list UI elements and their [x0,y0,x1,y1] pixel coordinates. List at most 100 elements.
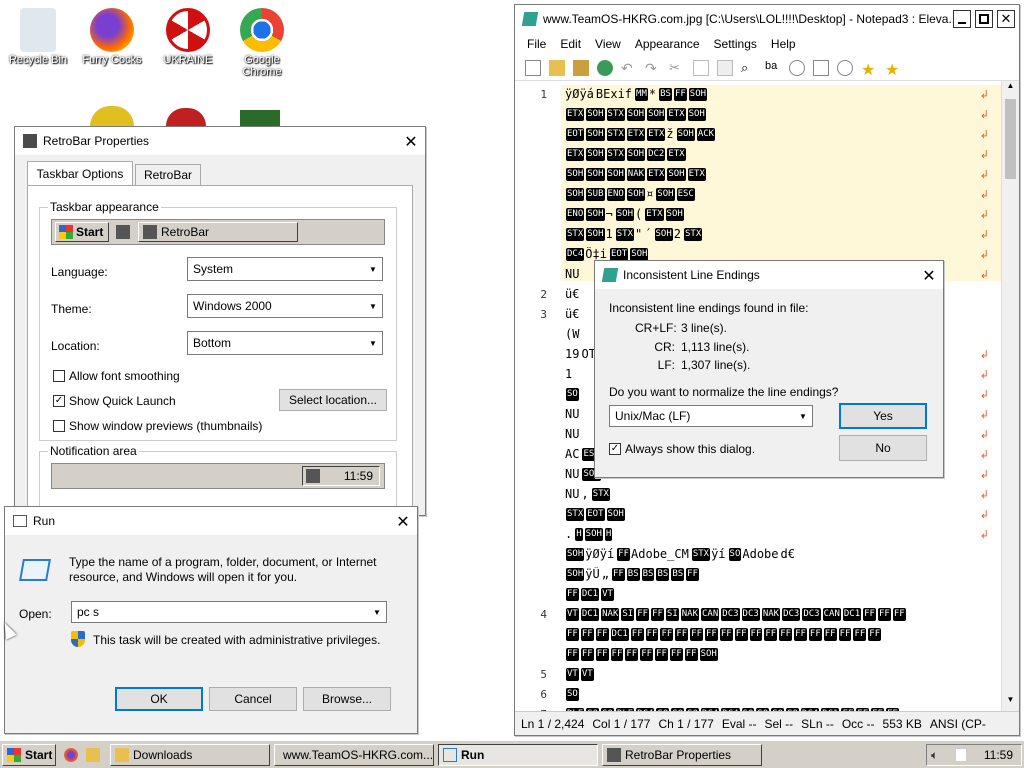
chrome-icon [240,8,284,52]
volume-icon[interactable]: 🔈︎ [931,748,938,763]
no-button[interactable]: No [839,435,927,461]
control-char: FF [719,628,733,641]
language-select[interactable]: System ▼ [187,257,383,281]
menu-view[interactable]: View [595,37,621,51]
notepad3-titlebar[interactable]: www.TeamOS-HKRG.com.jpg [C:\Users\LOL!!!… [515,5,1019,33]
start-button[interactable]: Start [2,744,56,766]
control-char: STX [606,108,625,121]
retrobar-titlebar[interactable]: RetroBar Properties [15,127,425,155]
word-wrap-icon[interactable] [813,59,829,76]
paste-icon[interactable] [717,59,733,76]
new-file-icon[interactable] [525,59,541,76]
control-char: ENO [606,188,625,201]
retrobar-properties-window: RetroBar Properties ✕ Taskbar Options Re… [14,126,426,516]
undo-icon[interactable]: ↶ [621,60,637,76]
desktop-icon-recycle-bin[interactable]: Recycle Bin [0,8,76,66]
cut-icon[interactable]: ✂ [669,60,685,76]
copy-icon[interactable] [693,59,709,76]
windows-logo-icon [7,748,21,762]
line-ending-select[interactable]: Unix/Mac (LF) ▼ [609,405,813,427]
editor-line: VT DC1 NAK SI FF FF SI NAK CAN DC3 DC3 NAK DC3 DC3 CAN… [565,607,977,621]
select-location-button[interactable]: Select location... [279,389,387,411]
control-char: STX [684,228,703,241]
control-char: SI [621,608,635,621]
always-show-checkbox[interactable]: ✓ Always show this dialog. [609,442,755,456]
zoom-in-icon[interactable] [837,59,853,76]
open-folder-icon[interactable] [549,59,565,76]
menu-help[interactable]: Help [771,37,796,51]
task-notepad3[interactable]: www.TeamOS-HKRG.com... [274,744,434,766]
yes-button[interactable]: Yes [839,403,927,429]
vertical-scrollbar[interactable]: ▲ ▼ [1001,81,1019,711]
redo-icon[interactable]: ↷ [645,60,661,76]
zoom-icon[interactable] [789,59,805,76]
scroll-up-icon[interactable]: ▲ [1002,81,1019,97]
menu-settings[interactable]: Settings [714,37,757,51]
control-char: DC1 [580,608,600,621]
thumbnails-checkbox[interactable]: Show window previews (thumbnails) [53,419,262,433]
quick-launch-checkbox[interactable]: ✓ Show Quick Launch [53,394,176,408]
scroll-thumb[interactable] [1005,99,1016,179]
close-button[interactable]: ✕ [919,265,939,285]
control-char: SOH [688,88,708,101]
menu-appearance[interactable]: Appearance [635,37,700,51]
desktop-icon-google-chrome[interactable]: Google Chrome [224,8,300,78]
find-icon[interactable]: ⌕ [741,60,757,76]
browse-button[interactable]: Browse... [303,687,391,711]
favorites-icon[interactable]: ★ [861,60,877,79]
input-value: pc s [77,605,100,619]
cancel-button[interactable]: Cancel [209,687,297,711]
font-smoothing-checkbox[interactable]: Allow font smoothing [53,369,180,383]
menu-file[interactable]: File [527,37,546,51]
cr-value: 1,113 line(s). [681,340,750,354]
close-button[interactable]: ✕ [401,131,421,151]
task-run[interactable]: Run [438,744,598,766]
desktop-icon-label: Google Chrome [242,54,282,78]
tab-retrobar[interactable]: RetroBar [135,164,201,185]
control-char: SI [665,608,679,621]
status-encoding[interactable]: ANSI (CP- [930,717,986,731]
control-char: SOH [656,188,675,201]
task-label: www.TeamOS-HKRG.com... [283,748,434,762]
save-icon[interactable] [597,59,613,76]
location-select[interactable]: Bottom ▼ [187,331,383,355]
control-char: SOH [606,168,625,181]
folder-quicklaunch-icon[interactable] [86,748,100,762]
close-button[interactable]: ✕ [997,10,1015,28]
task-retrobar-properties[interactable]: RetroBar Properties [602,744,762,766]
editor-line: ETX SOH STX SOH SOH ETX SOH [565,107,977,121]
control-char: SO [728,548,742,561]
control-char: FF [838,628,852,641]
replace-icon[interactable]: ba [765,60,781,76]
line-endings-dialog: Inconsistent Line Endings ✕ Inconsistent… [594,260,944,478]
close-button[interactable]: ✕ [393,511,413,531]
retrobar-tray-icon[interactable] [955,748,968,762]
ok-button[interactable]: OK [115,687,203,711]
task-downloads[interactable]: Downloads [110,744,270,766]
run-titlebar[interactable]: Run [5,507,417,535]
checkbox-box [53,420,65,432]
desktop-icon-furry-cocks[interactable]: Furry Cocks [74,8,150,66]
taskbar-clock[interactable]: 11:59 [984,748,1013,762]
open-input[interactable]: pc s ▼ [71,601,387,623]
desktop-icon-ukraine[interactable]: UKRAINE [150,8,226,66]
wrap-marker-icon: ↲ [979,169,989,181]
taskbar: Start Downloads www.TeamOS-HKRG.com... R… [0,740,1024,768]
wrap-marker-icon: ↲ [979,509,989,521]
scroll-down-icon[interactable]: ▼ [1002,695,1019,711]
add-favorite-icon[interactable]: ★ [885,60,901,79]
text-run: Adobe [742,547,779,561]
dialog-titlebar[interactable]: Inconsistent Line Endings [595,261,943,289]
tab-taskbar-options[interactable]: Taskbar Options [27,161,133,185]
minimize-button[interactable] [953,10,971,28]
menu-edit[interactable]: Edit [560,37,581,51]
firefox-quicklaunch-icon[interactable] [64,748,78,762]
control-char: VT [566,608,579,621]
maximize-button[interactable] [975,10,993,28]
open-recent-icon[interactable] [573,59,589,76]
run-dialog: Run ✕ Type the name of a program, folder… [4,506,418,734]
open-label: Open: [19,607,52,621]
theme-select[interactable]: Windows 2000 ▼ [187,294,383,318]
control-char: FF [655,648,668,661]
lf-value: 1,307 line(s). [681,358,751,372]
